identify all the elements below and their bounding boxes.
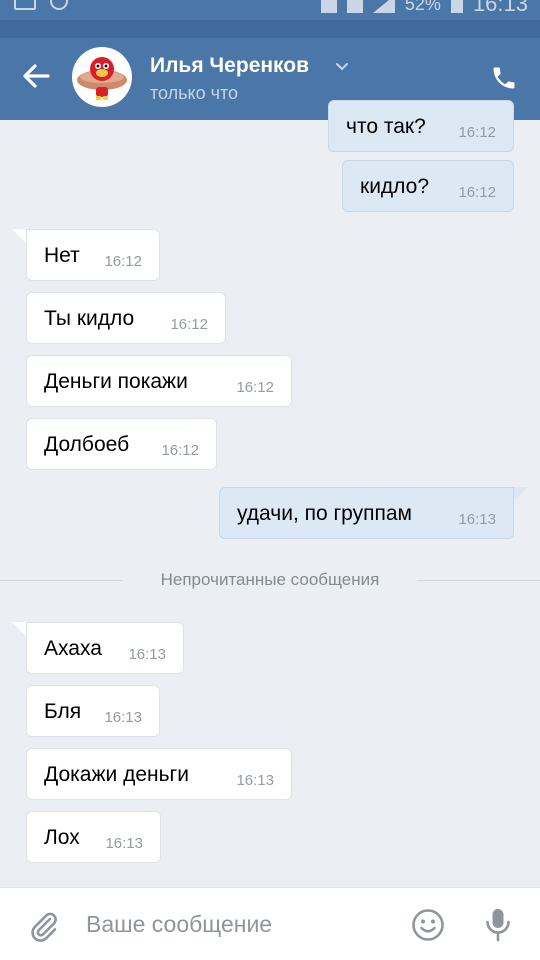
message-outgoing[interactable]: что так? 16:12	[328, 100, 514, 152]
message-incoming[interactable]: Нет 16:12	[26, 229, 160, 281]
message-time: 16:12	[236, 379, 274, 396]
message-time: 16:12	[458, 184, 496, 201]
message-text: удачи, по группам	[237, 502, 412, 525]
header-shade	[0, 20, 540, 38]
sim-icon	[346, 0, 363, 13]
message-text: Нет	[44, 244, 80, 267]
message-time: 16:12	[458, 124, 496, 141]
system-icons: 52% 16:13	[320, 0, 528, 17]
battery-percent: 52%	[404, 0, 441, 14]
message-composer	[0, 887, 540, 960]
message-text: что так?	[346, 115, 426, 138]
notification-icons	[14, 0, 68, 10]
back-arrow-icon[interactable]	[20, 60, 52, 92]
smile-icon[interactable]	[411, 908, 445, 942]
data-icon	[320, 0, 337, 13]
avatar-image	[77, 57, 127, 100]
message-time: 16:12	[104, 253, 142, 270]
message-time: 16:13	[236, 772, 274, 789]
message-text: Лох	[44, 826, 80, 849]
message-time: 16:13	[105, 835, 143, 852]
message-incoming[interactable]: Бля 16:13	[26, 685, 160, 737]
message-incoming[interactable]: Долбоеб 16:12	[26, 418, 217, 470]
message-text: Деньги покажи	[44, 370, 188, 393]
message-text: Докажи деньги	[44, 763, 189, 786]
message-incoming[interactable]: Докажи деньги 16:13	[26, 748, 292, 800]
chevron-down-icon[interactable]	[334, 58, 350, 74]
phone-icon[interactable]	[490, 64, 518, 92]
clock: 16:13	[472, 0, 528, 16]
status-bar: 52% 16:13	[0, 0, 540, 20]
message-time: 16:12	[170, 316, 208, 333]
message-time: 16:12	[161, 442, 199, 459]
mic-icon[interactable]	[484, 907, 512, 943]
gallery-icon	[14, 0, 36, 10]
message-incoming[interactable]: Ты кидло 16:12	[26, 292, 226, 344]
message-incoming[interactable]: Деньги покажи 16:12	[26, 355, 292, 407]
bubble-tail	[514, 487, 528, 501]
contact-name[interactable]: Илья Черенков	[150, 54, 309, 78]
message-text: Ахаха	[44, 637, 102, 660]
shield-icon	[50, 0, 68, 10]
contact-status: только что	[150, 83, 239, 103]
message-outgoing[interactable]: удачи, по группам 16:13	[219, 487, 514, 539]
message-input[interactable]	[86, 906, 386, 942]
message-text: кидло?	[360, 175, 430, 198]
signal-icon	[372, 0, 395, 13]
message-time: 16:13	[104, 709, 142, 726]
message-incoming[interactable]: Лох 16:13	[26, 811, 161, 863]
message-outgoing[interactable]: кидло? 16:12	[342, 160, 514, 212]
message-time: 16:13	[458, 511, 496, 528]
avatar[interactable]	[72, 47, 132, 107]
message-incoming[interactable]: Ахаха 16:13	[26, 622, 184, 674]
bubble-tail	[12, 229, 26, 243]
message-text: Ты кидло	[44, 307, 135, 330]
divider-line-right	[417, 580, 540, 581]
message-text: Бля	[44, 700, 82, 723]
bubble-tail	[12, 622, 26, 636]
attach-icon[interactable]	[26, 908, 60, 942]
message-text: Долбоеб	[44, 433, 130, 456]
message-time: 16:13	[128, 646, 166, 663]
battery-icon	[450, 0, 463, 13]
